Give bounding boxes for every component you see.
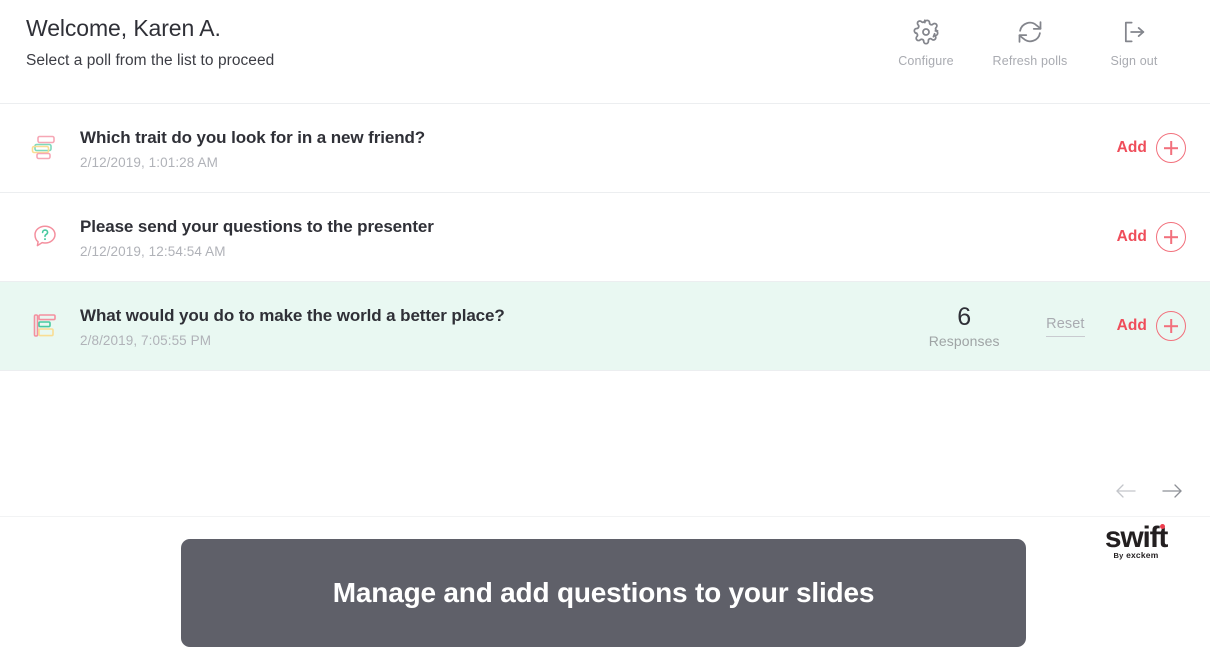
poll-item-text: What would you do to make the world a be… [68,305,898,348]
refresh-icon [1016,16,1044,48]
question-bubble-icon [22,222,68,252]
brand-name-text: swift [1104,521,1169,554]
app-header: Welcome, Karen A. Select a poll from the… [0,0,1210,104]
refresh-polls-label: Refresh polls [992,54,1068,68]
responses-block: 6 Responses [898,302,1030,349]
gear-icon [912,16,940,48]
poll-title: Please send your questions to the presen… [80,216,434,236]
plus-circle-icon [1156,222,1186,252]
header-actions: Configure Refresh polls Sign out [874,0,1186,68]
brand-logo: swift By exckem [1088,523,1184,561]
poll-list-item-selected[interactable]: What would you do to make the world a be… [0,282,1210,371]
page-subtitle: Select a poll from the list to proceed [26,52,275,69]
reset-button[interactable]: Reset [1046,316,1085,337]
plus-circle-icon [1156,133,1186,163]
poll-item-text: Which trait do you look for in a new fri… [68,127,1117,170]
add-label: Add [1116,139,1147,156]
poll-item-actions: Add [1117,133,1186,163]
sign-out-label: Sign out [1110,54,1158,68]
poll-date: 2/12/2019, 1:01:28 AM [80,154,218,170]
next-page-button[interactable] [1160,480,1184,502]
poll-document-icon [22,311,68,341]
pagination-controls [1114,480,1184,502]
poll-list-item[interactable]: Please send your questions to the presen… [0,193,1210,282]
previous-page-button[interactable] [1114,480,1138,502]
page-title: Welcome, Karen A. [26,15,221,41]
sign-out-icon [1120,16,1148,48]
plus-circle-icon [1156,311,1186,341]
poll-item-actions: 6 Responses Reset Add [898,302,1186,349]
add-button[interactable]: Add [1117,133,1186,163]
poll-date: 2/12/2019, 12:54:54 AM [80,243,226,259]
sign-out-button[interactable]: Sign out [1082,16,1186,68]
tooltip-banner-text: Manage and add questions to your slides [332,577,875,608]
add-label: Add [1116,317,1147,334]
arrow-right-icon [1162,484,1182,498]
poll-list: Which trait do you look for in a new fri… [0,104,1210,371]
poll-item-text: Please send your questions to the presen… [68,216,1117,259]
poll-title: Which trait do you look for in a new fri… [80,127,426,147]
add-button[interactable]: Add [1117,311,1186,341]
brand-dot-icon [1160,524,1165,529]
poll-dashboard: Welcome, Karen A. Select a poll from the… [0,0,1210,659]
refresh-polls-button[interactable]: Refresh polls [978,16,1082,68]
add-button[interactable]: Add [1117,222,1186,252]
tooltip-banner: Manage and add questions to your slides [181,539,1026,647]
poll-list-item[interactable]: Which trait do you look for in a new fri… [0,104,1210,193]
empty-list-area [0,371,1210,517]
poll-item-actions: Add [1117,222,1186,252]
arrow-left-icon [1116,484,1136,498]
configure-label: Configure [898,54,954,68]
poll-title: What would you do to make the world a be… [80,305,505,325]
poll-bars-icon [22,133,68,163]
responses-label: Responses [928,332,1000,349]
responses-count: 6 [957,302,972,331]
poll-date: 2/8/2019, 7:05:55 PM [80,332,212,348]
configure-button[interactable]: Configure [874,16,978,68]
header-greeting-block: Welcome, Karen A. Select a poll from the… [26,0,274,70]
brand-name: swift [1088,523,1184,553]
add-label: Add [1116,228,1147,245]
